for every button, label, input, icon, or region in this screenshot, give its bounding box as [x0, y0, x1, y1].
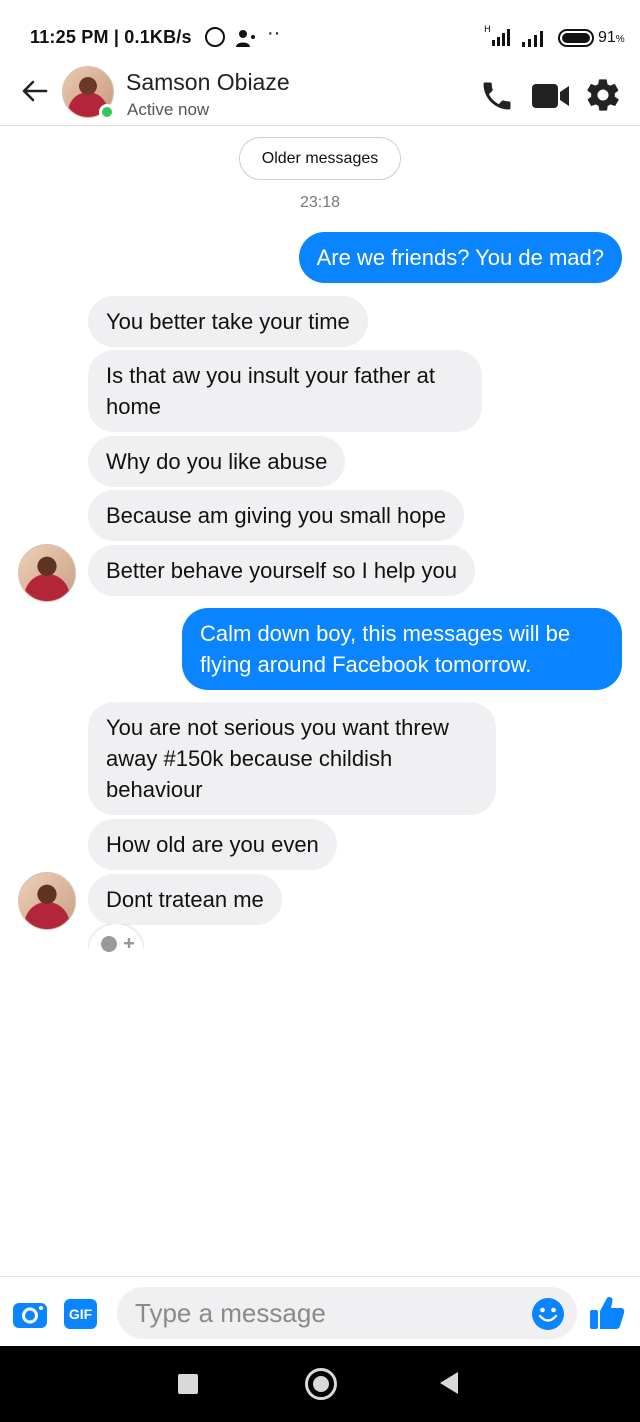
signal-icon: H [484, 25, 510, 46]
status-time-speed: 11:25 PM | 0.1KB/s [30, 27, 192, 47]
person-add-icon [236, 30, 255, 47]
message-bubble-received[interactable]: Better behave yourself so I help you [88, 545, 475, 596]
phone-icon[interactable] [478, 78, 516, 114]
chat-header: Samson Obiaze Active now [0, 58, 640, 126]
camera-icon[interactable] [12, 1299, 48, 1329]
system-navigation-bar [0, 1346, 640, 1422]
whatsapp-icon [205, 27, 225, 47]
home-icon[interactable] [305, 1368, 337, 1400]
more-notifications-icon: ·· [267, 22, 281, 44]
online-indicator [99, 104, 115, 120]
battery-level: 91% [598, 29, 625, 46]
battery-icon [558, 29, 594, 47]
message-bubble-sent[interactable]: Calm down boy, this messages will be fly… [182, 608, 622, 690]
message-bubble-received[interactable]: You better take your time [88, 296, 368, 347]
emoji-icon[interactable] [531, 1297, 565, 1331]
gif-icon[interactable]: GIF [64, 1299, 97, 1329]
older-messages-button[interactable]: Older messages [239, 137, 401, 180]
gear-icon[interactable] [584, 76, 622, 114]
contact-name[interactable]: Samson Obiaze [126, 69, 290, 96]
signal-2-icon [522, 31, 543, 47]
add-reaction-button[interactable] [88, 924, 144, 952]
message-timestamp: 23:18 [299, 194, 341, 211]
status-bar: 11:25 PM | 0.1KB/s ·· H 91% [0, 0, 640, 56]
recents-icon[interactable] [178, 1374, 198, 1394]
message-input[interactable] [117, 1287, 577, 1339]
message-bubble-received[interactable]: Is that aw you insult your father at hom… [88, 350, 482, 432]
contact-avatar[interactable] [18, 544, 76, 602]
message-bubble-received[interactable]: You are not serious you want threw away … [88, 702, 496, 815]
back-icon[interactable] [440, 1372, 458, 1394]
message-bubble-received[interactable]: Because am giving you small hope [88, 490, 464, 541]
message-composer: GIF [0, 1276, 640, 1346]
message-bubble-sent[interactable]: Are we friends? You de mad? [298, 232, 622, 283]
network-type-label: H [484, 25, 491, 35]
message-bubble-received[interactable]: Why do you like abuse [88, 436, 346, 487]
video-call-icon[interactable] [531, 81, 571, 111]
message-bubble-received[interactable]: Dont tratean me [88, 874, 282, 925]
message-bubble-received[interactable]: How old are you even [88, 819, 337, 870]
back-arrow-icon[interactable] [20, 76, 50, 106]
reaction-smiley-icon [101, 936, 134, 952]
like-icon[interactable] [588, 1294, 626, 1332]
contact-status: Active now [127, 100, 210, 119]
contact-avatar[interactable] [18, 872, 76, 930]
